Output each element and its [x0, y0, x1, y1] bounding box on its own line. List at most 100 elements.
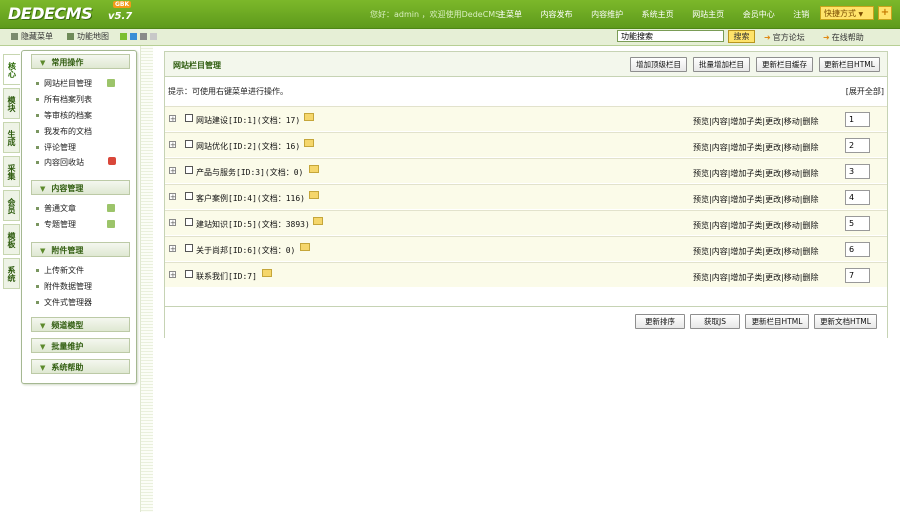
add-icon[interactable]: [107, 79, 115, 87]
tab-collect[interactable]: 采集: [3, 156, 20, 187]
online-help-link[interactable]: ➜ 在线帮助: [823, 32, 864, 43]
column-name[interactable]: 网站建设[ID:1](文档：17): [196, 115, 300, 126]
row-actions[interactable]: 预览|内容|增加子类|更改|移动|删除: [693, 116, 818, 127]
nav-system-home[interactable]: 系统主页: [642, 10, 674, 19]
row-actions[interactable]: 预览|内容|增加子类|更改|移动|删除: [693, 220, 818, 231]
expand-icon[interactable]: +: [169, 141, 176, 149]
column-name[interactable]: 建站知识[ID:5](文档：3893): [196, 219, 310, 230]
quick-menu-dropdown[interactable]: 快捷方式 ▼: [820, 6, 874, 20]
menu-group-batch[interactable]: ▼ 批量维护: [31, 338, 130, 353]
menu-item-comments[interactable]: 评论管理: [36, 142, 76, 153]
nav-content-publish[interactable]: 内容发布: [541, 10, 573, 19]
expand-all-link[interactable]: [展开全部]: [846, 86, 884, 97]
table-row[interactable]: + 客户案例[ID:4](文档：116) 预览|内容|增加子类|更改|移动|删除: [165, 184, 887, 209]
column-name[interactable]: 客户案例[ID:4](文档：116): [196, 193, 305, 204]
skin-swatch-light[interactable]: [150, 33, 157, 40]
skin-swatch-green[interactable]: [120, 33, 127, 40]
batch-add-column-button[interactable]: 批量增加栏目: [693, 57, 750, 72]
add-icon[interactable]: [107, 220, 115, 228]
note-icon[interactable]: [309, 191, 319, 199]
row-actions[interactable]: 预览|内容|增加子类|更改|移动|删除: [693, 168, 818, 179]
expand-icon[interactable]: +: [169, 115, 176, 123]
update-cache-button[interactable]: 更新栏目缓存: [756, 57, 813, 72]
row-checkbox[interactable]: [185, 114, 193, 122]
trash-icon[interactable]: [108, 157, 116, 165]
skin-swatch-gray[interactable]: [140, 33, 147, 40]
column-name[interactable]: 产品与服务[ID:3](文档：0): [196, 167, 303, 178]
menu-item-attachment-data[interactable]: 附件数据管理: [36, 281, 92, 292]
menu-item-column-manage[interactable]: 网站栏目管理: [36, 78, 92, 89]
tab-core[interactable]: 核心: [3, 54, 20, 85]
sort-order-input[interactable]: [845, 190, 870, 205]
sort-order-input[interactable]: [845, 112, 870, 127]
add-icon[interactable]: [107, 204, 115, 212]
menu-group-help[interactable]: ▼ 系统帮助: [31, 359, 130, 374]
menu-group-channel-models[interactable]: ▼ 频道模型: [31, 317, 130, 332]
menu-item-all-archives[interactable]: 所有档案列表: [36, 94, 92, 105]
expand-icon[interactable]: +: [169, 245, 176, 253]
nav-logout[interactable]: 注销: [793, 10, 809, 19]
note-icon[interactable]: [313, 217, 323, 225]
nav-content-maintain[interactable]: 内容维护: [591, 10, 623, 19]
menu-item-upload[interactable]: 上传新文件: [36, 265, 84, 276]
nav-main-menu[interactable]: 主菜单: [498, 10, 522, 19]
sort-order-input[interactable]: [845, 242, 870, 257]
hide-menu-toggle[interactable]: 隐藏菜单: [11, 31, 53, 42]
column-name[interactable]: 关于尚邦[ID:6](文档：0): [196, 245, 295, 256]
menu-item-recycle-bin[interactable]: 内容回收站: [36, 157, 84, 168]
row-checkbox[interactable]: [185, 140, 193, 148]
menu-group-content[interactable]: ▼ 内容管理: [31, 180, 130, 195]
menu-item-articles[interactable]: 普通文章: [36, 203, 76, 214]
function-search-input[interactable]: [617, 30, 724, 42]
table-row[interactable]: + 网站优化[ID:2](文档：16) 预览|内容|增加子类|更改|移动|删除: [165, 132, 887, 157]
get-js-button[interactable]: 获取JS: [690, 314, 740, 329]
table-row[interactable]: + 网站建设[ID:1](文档：17) 预览|内容|增加子类|更改|移动|删除: [165, 106, 887, 131]
search-button[interactable]: 搜索: [728, 30, 755, 43]
sort-order-input[interactable]: [845, 268, 870, 283]
row-actions[interactable]: 预览|内容|增加子类|更改|移动|删除: [693, 272, 818, 283]
row-actions[interactable]: 预览|内容|增加子类|更改|移动|删除: [693, 194, 818, 205]
note-icon[interactable]: [304, 139, 314, 147]
menu-item-file-manager[interactable]: 文件式管理器: [36, 297, 92, 308]
column-name[interactable]: 联系我们[ID:7]: [196, 271, 257, 282]
table-row[interactable]: + 联系我们[ID:7] 预览|内容|增加子类|更改|移动|删除: [165, 262, 887, 287]
note-icon[interactable]: [304, 113, 314, 121]
quick-add-button[interactable]: +: [878, 6, 892, 20]
function-map-link[interactable]: 功能地图: [67, 31, 109, 42]
tab-generate[interactable]: 生成: [3, 122, 20, 153]
update-column-html-bottom-button[interactable]: 更新栏目HTML: [745, 314, 809, 329]
table-row[interactable]: + 关于尚邦[ID:6](文档：0) 预览|内容|增加子类|更改|移动|删除: [165, 236, 887, 261]
tab-modules[interactable]: 模块: [3, 88, 20, 119]
skin-swatch-blue[interactable]: [130, 33, 137, 40]
update-doc-html-button[interactable]: 更新文档HTML: [814, 314, 877, 329]
row-checkbox[interactable]: [185, 270, 193, 278]
column-name[interactable]: 网站优化[ID:2](文档：16): [196, 141, 300, 152]
table-row[interactable]: + 建站知识[ID:5](文档：3893) 预览|内容|增加子类|更改|移动|删…: [165, 210, 887, 235]
menu-item-my-docs[interactable]: 我发布的文档: [36, 126, 92, 137]
note-icon[interactable]: [300, 243, 310, 251]
official-forum-link[interactable]: ➜ 官方论坛: [764, 32, 805, 43]
row-actions[interactable]: 预览|内容|增加子类|更改|移动|删除: [693, 142, 818, 153]
row-checkbox[interactable]: [185, 192, 193, 200]
menu-group-common[interactable]: ▼ 常用操作: [31, 54, 130, 69]
row-checkbox[interactable]: [185, 244, 193, 252]
expand-icon[interactable]: +: [169, 219, 176, 227]
tab-templates[interactable]: 模板: [3, 224, 20, 255]
sort-order-input[interactable]: [845, 216, 870, 231]
update-sort-button[interactable]: 更新排序: [635, 314, 685, 329]
nav-site-home[interactable]: 网站主页: [692, 10, 724, 19]
tab-members[interactable]: 会员: [3, 190, 20, 221]
row-checkbox[interactable]: [185, 166, 193, 174]
menu-item-topics[interactable]: 专题管理: [36, 219, 76, 230]
sort-order-input[interactable]: [845, 164, 870, 179]
add-top-column-button[interactable]: 增加顶级栏目: [630, 57, 687, 72]
expand-icon[interactable]: +: [169, 167, 176, 175]
splitter-bar[interactable]: [140, 46, 153, 512]
expand-icon[interactable]: +: [169, 271, 176, 279]
logo[interactable]: DEDECMS: [8, 4, 93, 23]
nav-member-center[interactable]: 会员中心: [743, 10, 775, 19]
sort-order-input[interactable]: [845, 138, 870, 153]
expand-icon[interactable]: +: [169, 193, 176, 201]
tab-system[interactable]: 系统: [3, 258, 20, 289]
menu-item-pending-archives[interactable]: 等审核的档案: [36, 110, 92, 121]
